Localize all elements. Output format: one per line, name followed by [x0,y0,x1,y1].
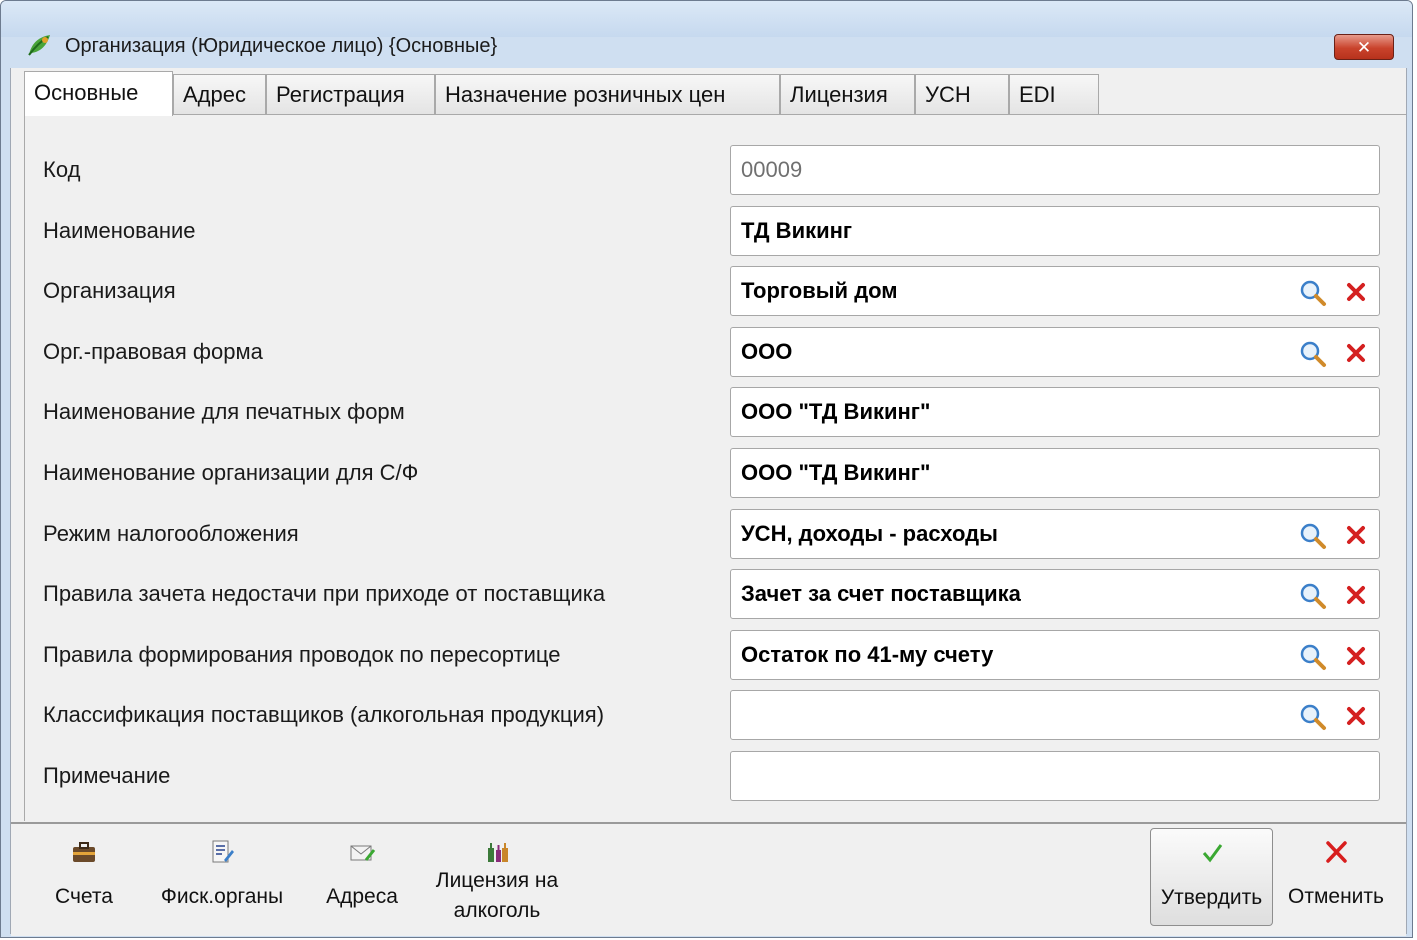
title-bar[interactable] [1,1,1412,37]
cancel-button[interactable]: Отменить [1277,828,1395,936]
magnifier-icon[interactable] [1298,642,1328,672]
field-label: Наименование [43,217,196,243]
bottom-toolbar: Счета Фиск.органы Адреса Лицензия на алк… [11,822,1406,936]
confirm-button[interactable]: Утвердить [1150,828,1273,926]
field-label: Организация [43,278,176,304]
cross-icon [1326,841,1347,863]
tab-edi[interactable]: EDI [1009,74,1099,114]
field-value: Зачет за счет поставщика [741,581,1021,607]
text-field[interactable]: ТД Викинг [730,205,1380,256]
magnifier-icon[interactable] [1298,521,1328,551]
bottles-icon [488,843,508,862]
field-label: Орг.-правовая форма [43,338,263,364]
magnifier-icon[interactable] [1298,339,1328,369]
main-tab-panel: Код 00009 Наименование ТД Викинг Организация… [24,115,1406,821]
form-row: Правила зачета недостачи при приходе от … [25,569,1406,621]
field-value: Остаток по 41-му счету [741,641,994,667]
field-label: Режим налогообложения [43,520,299,546]
form-row: Правила формирования проводок по пересор… [25,629,1406,682]
alcohol-license-button[interactable]: Лицензия на алкоголь [426,824,568,932]
form-row: Режим налогообложения УСН, доходы - расхо… [25,508,1406,561]
tab-registration[interactable]: Регистрация [266,74,435,114]
addresses-button-label: Адреса [326,885,398,908]
accounts-button-label: Счета [55,885,113,908]
tab-retail-pricing[interactable]: Назначение розничных цен [435,74,780,114]
field-value: ТД Викинг [741,217,853,243]
text-field[interactable]: ООО "ТД Викинг" [730,448,1380,498]
document-edit-icon [212,840,234,863]
form-row: Классификация поставщиков (алкогольная п… [25,690,1406,742]
form-row: Наименование ТД Викинг [25,205,1406,258]
lookup-field[interactable] [730,690,1380,741]
alcohol-license-label-line1: Лицензия на [435,869,559,892]
field-value: 00009 [741,157,803,182]
text-field[interactable] [730,751,1380,801]
lookup-field[interactable]: УСН, доходы - расходы [730,508,1380,559]
field-label: Примечание [43,763,171,788]
form-row: Код 00009 [25,145,1406,197]
tab-license[interactable]: Лицензия [780,74,915,114]
lookup-field[interactable]: ООО [730,326,1380,377]
magnifier-icon[interactable] [1298,278,1328,308]
magnifier-icon[interactable] [1298,702,1328,732]
form-row: Орг.-правовая форма ООО [25,326,1406,379]
briefcase-icon [73,842,95,862]
form-row: Наименование организации для С/Ф ООО "ТД … [25,448,1406,500]
window-title: Организация (Юридическое лицо) {Основные… [65,35,498,57]
dialog-window: Организация (Юридическое лицо) {Основные… [0,0,1413,938]
magnifier-icon[interactable] [1298,581,1328,611]
field-value: ООО [741,338,793,364]
cancel-button-label: Отменить [1288,885,1384,908]
form-row: Примечание [25,751,1406,803]
red-cross-icon[interactable] [1346,585,1366,605]
text-field[interactable]: ООО "ТД Викинг" [730,387,1380,438]
close-icon: ✕ [1356,37,1372,57]
field-label: Классификация поставщиков (алкогольная п… [43,702,605,728]
lookup-field[interactable]: Остаток по 41-му счету [730,629,1380,680]
leaf-icon [28,35,50,56]
form-row: Организация Торговый дом [25,266,1406,318]
lookup-field[interactable]: Торговый дом [730,266,1380,317]
fiscal-authorities-button[interactable]: Фиск.органы [148,824,296,932]
field-label: Код [43,157,81,182]
field-value: Торговый дом [741,278,898,304]
alcohol-license-button-label: Лицензия на алкоголь [426,866,568,926]
field-label: Правила зачета недостачи при приходе от … [43,581,606,607]
accounts-button[interactable]: Счета [39,824,129,932]
tab-strip: Основные Адрес Регистрация Назначение ро… [11,68,1406,116]
tab-main[interactable]: Основные [24,71,173,116]
field-value: УСН, доходы - расходы [741,520,998,546]
confirm-button-label: Утвердить [1160,886,1263,909]
field-value: ООО "ТД Викинг" [741,399,931,425]
addresses-button[interactable]: Адреса [316,824,408,932]
red-cross-icon[interactable] [1346,646,1366,666]
red-cross-icon[interactable] [1346,282,1366,302]
form-row: Наименование для печатных форм ООО "ТД Ви… [25,387,1406,439]
red-cross-icon[interactable] [1346,706,1366,726]
alcohol-license-label-line2: алкоголь [453,899,541,922]
field-label: Наименование для печатных форм [43,399,405,425]
fiscal-authorities-button-label: Фиск.органы [160,885,284,908]
field-value: ООО "ТД Викинг" [741,460,931,485]
tab-address[interactable]: Адрес [173,74,266,114]
field-label: Правила формирования проводок по пересор… [43,641,561,667]
text-field[interactable]: 00009 [730,145,1380,195]
dialog-body: Основные Адрес Регистрация Назначение ро… [10,68,1407,936]
field-label: Наименование организации для С/Ф [43,460,419,485]
red-cross-icon[interactable] [1346,525,1366,545]
red-cross-icon[interactable] [1346,343,1366,363]
checkmark-icon [1202,844,1222,863]
tab-usn[interactable]: УСН [915,74,1009,114]
envelope-icon [350,845,376,861]
lookup-field[interactable]: Зачет за счет поставщика [730,569,1380,620]
close-button[interactable]: ✕ [1334,34,1394,60]
